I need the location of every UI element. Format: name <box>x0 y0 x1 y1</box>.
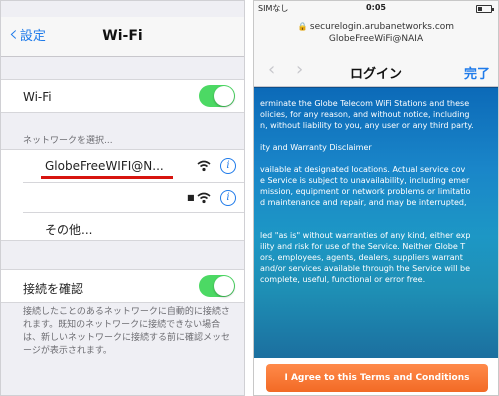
ask-to-join-label: 接続を確認 <box>23 282 84 296</box>
wifi-settings-screen: ‹ 設定 Wi-Fi Wi-Fi ネットワークを選択... GlobeFreeW… <box>0 0 245 396</box>
terms-text: erminate the Globe Telecom WiFi Stations… <box>260 98 498 285</box>
terms-line: ors, employees, agents, dealers, supplie… <box>260 253 463 262</box>
agree-terms-button[interactable]: I Agree to this Terms and Conditions <box>266 364 488 392</box>
portal-header: 🔒 securelogin.arubanetworks.com GlobeFree… <box>254 17 498 87</box>
wifi-toggle-cell: Wi-Fi <box>1 79 244 113</box>
terms-heading: ity and Warranty Disclaimer <box>260 143 372 152</box>
url-domain: securelogin.arubanetworks.com <box>309 22 455 32</box>
toggle-knob <box>214 86 234 106</box>
terms-line: led "as is" without warranties of any ki… <box>260 231 471 240</box>
navigation-bar: ‹ 設定 Wi-Fi <box>1 17 244 57</box>
network-list: GlobeFreeWIFI@N... i ■ i その他... <box>1 149 244 241</box>
ask-to-join-cell: 接続を確認 <box>1 269 244 303</box>
portal-title: ログイン <box>349 67 402 82</box>
status-bar: SIMなし 0:05 <box>254 1 498 17</box>
battery-icon <box>476 5 494 13</box>
terms-line: olicies, for any reason, and without not… <box>260 110 470 119</box>
other-network-row[interactable]: その他... <box>1 214 244 242</box>
network-row-secured[interactable]: ■ i <box>1 184 244 212</box>
terms-line: e Service is subject to unavailability, … <box>260 176 470 185</box>
terms-line: d maintenance and repair, and may be int… <box>260 198 467 207</box>
done-button[interactable]: 完了 <box>464 63 490 82</box>
terms-line: and/or services available through the Se… <box>260 264 471 273</box>
wifi-signal-icon <box>197 192 211 204</box>
captive-portal-screen: SIMなし 0:05 🔒 securelogin.arubanetworks.co… <box>253 0 499 396</box>
ask-to-join-toggle[interactable] <box>199 275 235 297</box>
terms-line: complete, useful, functional or error fr… <box>260 275 426 284</box>
other-network-label: その他... <box>45 223 93 237</box>
terms-line: ility and risk for use of the Service. N… <box>260 242 466 251</box>
terms-line: n, without liability to you, any user or… <box>260 121 474 130</box>
terms-line: erminate the Globe Telecom WiFi Stations… <box>260 99 470 108</box>
row-divider <box>23 182 244 183</box>
url-display: 🔒 securelogin.arubanetworks.com GlobeFree… <box>254 21 498 45</box>
battery-level <box>478 7 482 11</box>
terms-content[interactable]: erminate the Globe Telecom WiFi Stations… <box>254 88 498 358</box>
lock-icon: 🔒 <box>297 22 308 31</box>
info-icon[interactable]: i <box>220 190 236 206</box>
info-icon[interactable]: i <box>220 158 236 174</box>
wifi-toggle-switch[interactable] <box>199 85 235 107</box>
highlight-underline <box>41 176 173 179</box>
row-divider <box>23 212 244 213</box>
wifi-toggle-label: Wi-Fi <box>23 90 52 104</box>
ask-to-join-footnote: 接続したことのあるネットワークに自動的に接続されます。既知のネットワークに接続で… <box>23 307 231 356</box>
status-time: 0:05 <box>366 3 386 12</box>
portal-nav: ‹ › ログイン 完了 <box>254 59 498 83</box>
page-title: Wi-Fi <box>102 28 143 44</box>
agree-bar: I Agree to this Terms and Conditions <box>254 358 498 395</box>
url-ssid: GlobeFreeWiFi@NAIA <box>328 34 424 44</box>
toggle-knob <box>214 276 234 296</box>
network-row-globe[interactable]: GlobeFreeWIFI@N... i <box>1 152 244 180</box>
terms-line: mission, equipment or network problems o… <box>260 187 471 196</box>
wifi-signal-icon <box>197 160 211 172</box>
terms-line: vailable at designated locations. Actual… <box>260 165 466 174</box>
network-section-header: ネットワークを選択... <box>23 136 113 146</box>
network-name: GlobeFreeWIFI@N... <box>45 159 164 173</box>
lock-icon: ■ <box>187 193 195 202</box>
